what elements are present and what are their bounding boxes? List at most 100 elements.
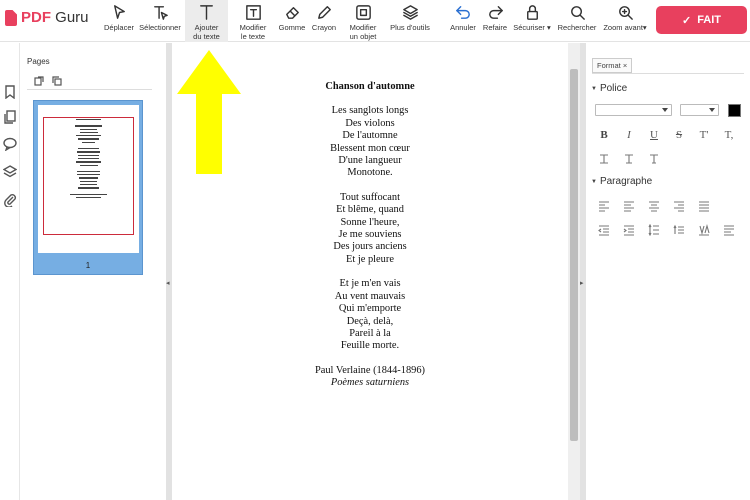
move-tool-button[interactable]: Déplacer <box>100 0 138 42</box>
pencil-tool-button[interactable]: Crayon <box>309 0 339 42</box>
chevron-down-icon: ▾ <box>547 23 551 32</box>
text-icon <box>200 5 213 20</box>
thumbnail-line <box>78 187 99 189</box>
poem-line: Des jours anciens <box>333 241 407 253</box>
thumbnail-line <box>75 119 102 121</box>
caret-down-icon: ▼ <box>591 85 597 92</box>
thumbnail-line <box>75 125 102 127</box>
font-color-swatch[interactable] <box>728 104 741 117</box>
duplicate-page-icon[interactable] <box>52 76 62 86</box>
font-section-title: Police <box>599 83 628 94</box>
poem-author[interactable]: Paul Verlaine (1844-1896) <box>172 365 568 377</box>
character-spacing-icon[interactable] <box>698 223 710 236</box>
thumbnail-text-lines <box>38 119 139 200</box>
thumbnail-line <box>79 164 98 166</box>
paragraph-section-title: Paragraphe <box>599 176 653 187</box>
poem-line: Je me souviens <box>338 229 402 241</box>
indent-increase-icon[interactable] <box>623 223 635 236</box>
stanza-3[interactable]: Et je m'en vais Au vent mauvais Qui m'em… <box>172 278 568 352</box>
paragraph-section-header[interactable]: ▼ Paragraphe <box>591 176 652 187</box>
eraser-tool-button[interactable]: Gomme <box>275 0 309 42</box>
page-thumbnail[interactable]: 1 <box>33 100 143 275</box>
poem-line: Et je pleure <box>346 253 394 265</box>
done-button[interactable]: ✓ FAIT <box>656 6 747 34</box>
format-tab-label: Format <box>597 61 621 70</box>
select-tool-button[interactable]: Sélectionner <box>138 0 182 42</box>
align-right-icon[interactable] <box>673 199 685 212</box>
edit-text-tool-button[interactable]: Modifier le texte <box>234 0 272 42</box>
page-number: 1 <box>85 261 91 270</box>
poem-line: Qui m'emporte <box>338 303 402 315</box>
layers-icon[interactable] <box>2 165 18 179</box>
close-icon[interactable]: × <box>623 61 627 70</box>
font-section-header[interactable]: ▼ Police <box>591 83 627 94</box>
poem-source[interactable]: Poèmes saturniens <box>172 377 568 389</box>
eraser-icon <box>285 7 299 19</box>
paragraph-spacing-icon[interactable] <box>673 223 685 235</box>
thumbnail-line <box>77 170 100 173</box>
brand-name: PDF Guru <box>21 9 89 26</box>
rotate-page-icon[interactable] <box>34 76 44 86</box>
indent-decrease-icon[interactable] <box>598 223 610 236</box>
left-icon-rail <box>0 43 20 500</box>
thumbnail-line <box>77 151 100 153</box>
align-center-icon[interactable] <box>648 199 660 212</box>
app-logo[interactable]: PDF Guru <box>5 9 89 26</box>
text-case-lower-icon[interactable] <box>623 152 635 164</box>
format-tab[interactable]: Format × <box>592 58 633 73</box>
tool-label: Rechercher <box>557 23 597 32</box>
zoom-in-button[interactable]: Zoom avant▾ <box>601 0 649 42</box>
underline-button[interactable]: U <box>647 128 661 142</box>
pencil-icon <box>317 6 331 19</box>
line-spacing-icon[interactable] <box>648 223 660 237</box>
bold-button[interactable]: B <box>597 128 611 142</box>
stanza-2[interactable]: Tout suffocant Et blême, quand Sonne l'h… <box>172 192 568 266</box>
undo-icon <box>455 6 470 19</box>
align-left-icon[interactable] <box>598 199 610 212</box>
poem-line: Sonne l'heure, <box>340 216 400 228</box>
align-left-alt-icon[interactable] <box>623 199 635 212</box>
tool-label: Sécuriser ▾ <box>513 23 551 32</box>
thumbnail-line <box>79 131 98 134</box>
search-icon <box>570 6 585 20</box>
thumbnail-line <box>75 196 102 199</box>
tool-label: Refaire <box>482 23 508 32</box>
redo-button[interactable]: Refaire <box>480 0 510 42</box>
object-icon <box>355 5 371 20</box>
italic-button[interactable]: I <box>622 128 636 142</box>
font-size-select[interactable] <box>680 104 719 116</box>
tool-label: Sélectionner <box>139 23 181 32</box>
poem-line: Tout suffocant <box>340 191 400 203</box>
thumbnail-line <box>78 157 99 160</box>
cursor-icon <box>113 5 125 19</box>
scrollbar-thumb[interactable] <box>570 69 578 441</box>
strikethrough-button[interactable]: S <box>672 128 686 142</box>
secure-button[interactable]: Sécuriser ▾ <box>511 0 553 42</box>
comment-icon[interactable] <box>3 137 17 152</box>
pages-panel-title: Pages <box>27 57 50 66</box>
search-button[interactable]: Rechercher <box>556 0 598 42</box>
redo-icon <box>488 6 503 19</box>
poem-line: Pareil à la <box>349 327 391 339</box>
document-scrollbar[interactable] <box>568 43 580 500</box>
thumbnail-line <box>75 161 102 163</box>
poem-line: Feuille morte. <box>340 340 400 352</box>
superscript-button[interactable]: T' <box>697 128 711 142</box>
lock-icon <box>526 5 538 20</box>
font-family-select[interactable] <box>595 104 672 116</box>
pages-panel: Pages 1 <box>21 43 166 500</box>
text-direction-icon[interactable] <box>723 223 735 236</box>
more-tools-button[interactable]: Plus d'outils <box>388 0 432 42</box>
undo-button[interactable]: Annuler <box>448 0 478 42</box>
subscript-button[interactable]: T, <box>722 128 736 142</box>
text-case-title-icon[interactable] <box>648 152 660 164</box>
text-case-upper-icon[interactable] <box>598 152 610 164</box>
bookmark-icon[interactable] <box>3 85 17 100</box>
add-text-tool-button[interactable]: Ajouter du texte <box>185 0 228 42</box>
align-justify-icon[interactable] <box>698 199 710 212</box>
thumbnail-line <box>38 191 139 192</box>
chevron-down-icon: ▾ <box>642 23 647 32</box>
pages-icon[interactable] <box>3 110 17 124</box>
edit-object-tool-button[interactable]: Modifier un objet <box>343 0 383 42</box>
attachment-icon[interactable] <box>3 193 17 208</box>
